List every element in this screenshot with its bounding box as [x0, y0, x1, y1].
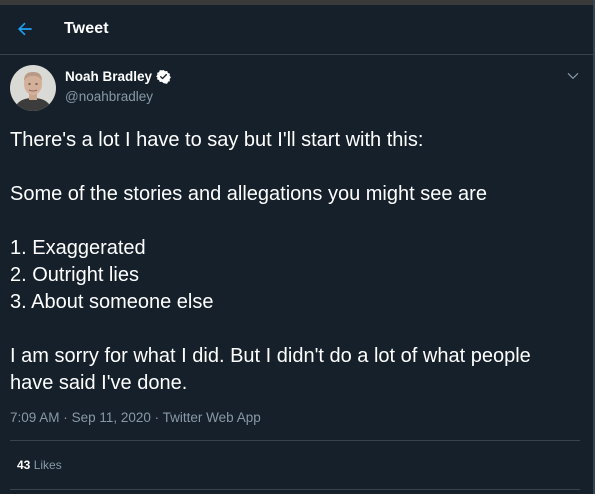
tweet-text: There's a lot I have to say but I'll sta…	[10, 127, 580, 397]
arrow-left-icon	[17, 22, 32, 36]
likes-count: 43	[17, 458, 31, 472]
page-header: Tweet	[0, 5, 593, 55]
tweet-source[interactable]: Twitter Web App	[163, 410, 261, 425]
tweet-text-line: 1. Exaggerated	[10, 237, 146, 259]
likes-link[interactable]: 43 Likes	[17, 458, 62, 472]
page-title: Tweet	[64, 20, 109, 37]
meta-separator: ·	[63, 410, 68, 425]
avatar-image	[10, 65, 56, 111]
author-name[interactable]: Noah Bradley	[65, 69, 152, 84]
divider	[10, 489, 580, 490]
tweet-text-blank-line	[10, 316, 580, 343]
tweet-text-line: 3. About someone else	[10, 291, 214, 313]
back-button[interactable]	[9, 13, 41, 45]
tweet-text-line: have said I've done.	[10, 372, 188, 394]
author-handle[interactable]: @noahbradley	[65, 89, 153, 104]
tweet-text-line: I am sorry for what I did. But I didn't …	[10, 345, 531, 367]
avatar[interactable]	[10, 65, 56, 111]
tweet-menu-button[interactable]	[561, 64, 585, 88]
tweet-text-line: There's a lot I have to say but I'll sta…	[10, 129, 424, 151]
tweet-text-blank-line	[10, 154, 580, 181]
tweet-text-line: 2. Outright lies	[10, 264, 139, 286]
likes-label: Likes	[33, 458, 62, 472]
tweet-time[interactable]: 7:09 AM	[10, 410, 60, 425]
author-name-row: Noah Bradley	[65, 69, 171, 84]
tweet-text-blank-line	[10, 208, 580, 235]
divider	[10, 440, 580, 441]
chevron-down-icon	[567, 73, 579, 79]
tweet-metadata: 7:09 AM · Sep 11, 2020 · Twitter Web App	[10, 410, 261, 425]
meta-separator: ·	[154, 410, 160, 425]
verified-badge-icon	[156, 69, 171, 84]
tweet-text-line: Some of the stories and allegations you …	[10, 183, 487, 205]
tweet-date[interactable]: Sep 11, 2020	[72, 410, 151, 425]
